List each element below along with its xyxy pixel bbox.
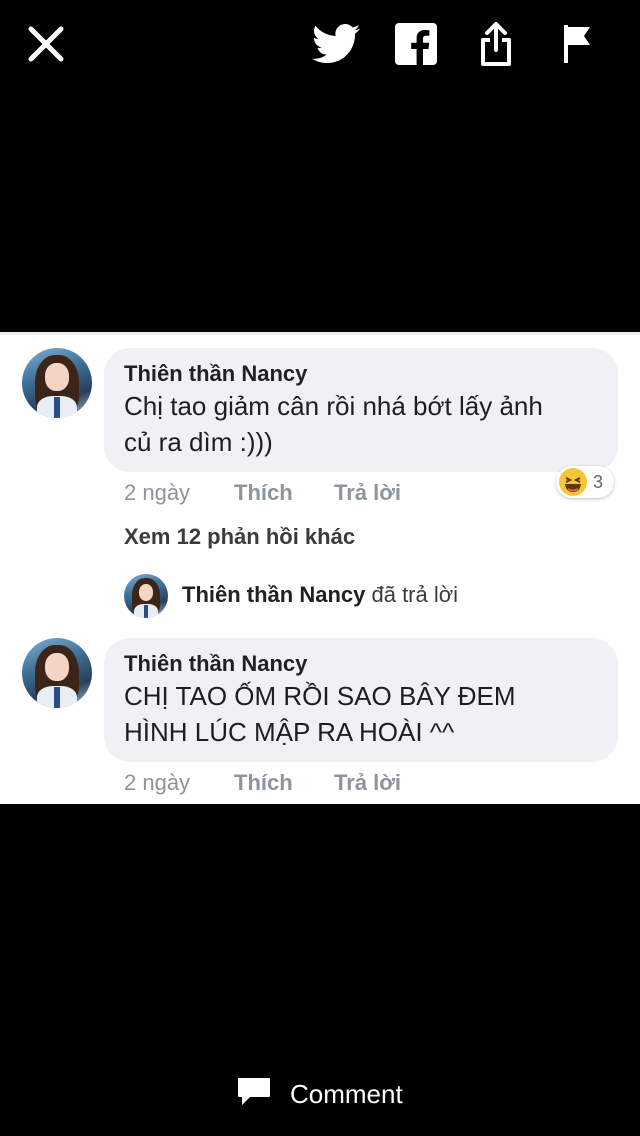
reply-link[interactable]: Trả lời bbox=[334, 480, 401, 506]
laugh-emoji-icon bbox=[559, 468, 587, 496]
reply-author: Thiên thần Nancy bbox=[182, 582, 366, 607]
reply-preview[interactable]: Thiên thần Nancy đã trả lời bbox=[182, 582, 458, 608]
like-link[interactable]: Thích bbox=[234, 770, 293, 796]
comment-time: 2 ngày bbox=[124, 480, 191, 505]
comment-button[interactable]: Comment bbox=[236, 1074, 403, 1114]
close-icon[interactable] bbox=[22, 20, 70, 68]
view-more-replies-link[interactable]: Xem 12 phản hồi khác bbox=[124, 524, 355, 550]
comment-text-line: CHỊ TAO ỐM RỒI SAO BÂY ĐEM bbox=[124, 681, 516, 711]
comment-label: Comment bbox=[290, 1078, 403, 1109]
reaction-count: 3 bbox=[593, 471, 604, 492]
comment-text-line: HÌNH LÚC MẬP RA HOÀI ^^ bbox=[124, 717, 455, 747]
avatar bbox=[22, 638, 92, 708]
comment-bubble: Thiên thần Nancy Chị tao giảm cân rồi nh… bbox=[104, 348, 618, 472]
reply-action: đã trả lời bbox=[371, 582, 459, 607]
top-toolbar bbox=[0, 0, 640, 90]
flag-icon[interactable] bbox=[552, 20, 600, 68]
share-icon[interactable] bbox=[472, 20, 520, 68]
comment-text-line: củ ra dìm :))) bbox=[124, 427, 273, 457]
avatar bbox=[124, 574, 168, 618]
reaction-badge[interactable]: 3 bbox=[556, 466, 614, 498]
comment-text-line: Chị tao giảm cân rồi nhá bớt lấy ảnh bbox=[124, 391, 543, 421]
comment-author: Thiên thần Nancy bbox=[124, 651, 308, 676]
comment-time: 2 ngày bbox=[124, 770, 191, 795]
bottom-bar: Comment bbox=[0, 1060, 640, 1124]
facebook-icon[interactable] bbox=[392, 20, 440, 68]
comment-icon bbox=[236, 1076, 272, 1113]
reply-link[interactable]: Trả lời bbox=[334, 770, 401, 796]
comment-meta: 2 ngày Thích Trả lời bbox=[0, 770, 640, 800]
avatar bbox=[22, 348, 92, 418]
comment-meta: 2 ngày Thích Trả lời bbox=[0, 480, 640, 510]
comment-author: Thiên thần Nancy bbox=[124, 361, 308, 386]
comment-bubble: Thiên thần Nancy CHỊ TAO ỐM RỒI SAO BÂY … bbox=[104, 638, 618, 762]
like-link[interactable]: Thích bbox=[234, 480, 293, 506]
twitter-icon[interactable] bbox=[312, 20, 360, 68]
